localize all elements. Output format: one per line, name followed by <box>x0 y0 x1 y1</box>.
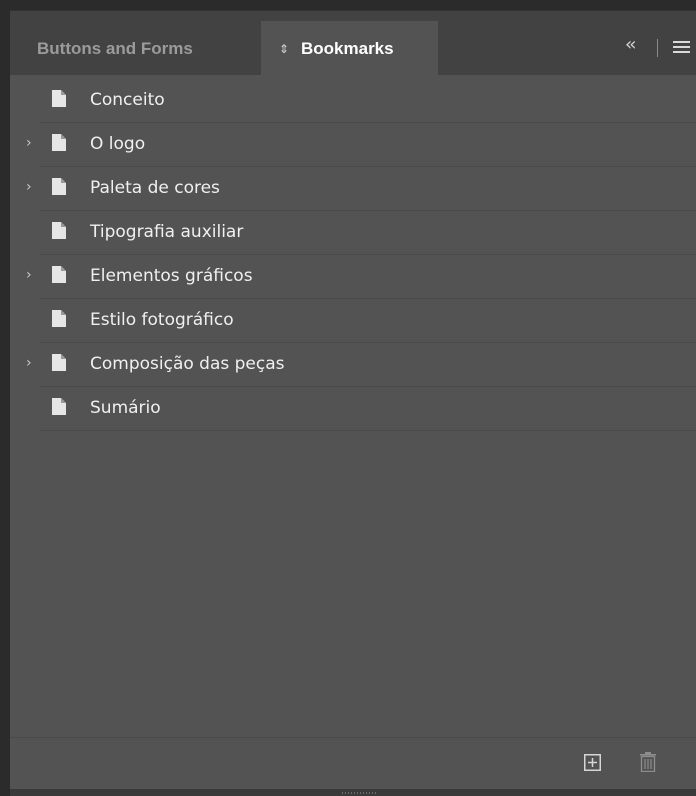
bookmarks-panel: Buttons and Forms ⇕ Bookmarks ‹‹ Conceit… <box>10 10 696 796</box>
chevron-right-icon[interactable]: › <box>26 356 34 370</box>
page-icon <box>52 222 66 239</box>
page-icon <box>52 178 66 195</box>
bookmark-label: O logo <box>90 134 146 154</box>
hamburger-menu-icon[interactable] <box>673 41 690 56</box>
chevron-right-icon[interactable]: › <box>26 180 34 194</box>
bookmark-list: Conceito › O logo › Paleta de cores Tipografi… <box>10 79 696 431</box>
tab-bookmarks[interactable]: ⇕ Bookmarks <box>261 21 438 76</box>
bookmark-item[interactable]: Sumário <box>40 387 696 431</box>
panel-resize-strip[interactable] <box>10 789 696 796</box>
chevron-right-icon[interactable]: › <box>26 136 34 150</box>
bookmark-item[interactable]: › Composição das peças <box>26 343 696 387</box>
bookmark-item[interactable]: Estilo fotográfico <box>40 299 696 343</box>
double-chevron-left-icon[interactable]: ‹‹ <box>625 36 637 54</box>
sort-arrows-icon: ⇕ <box>279 41 290 56</box>
panel-footer <box>10 737 696 789</box>
tab-bookmarks-label: Bookmarks <box>301 38 394 58</box>
page-icon <box>52 134 66 151</box>
bookmark-item[interactable]: › Paleta de cores <box>26 167 696 211</box>
bookmark-label: Conceito <box>90 90 165 110</box>
bookmark-label: Paleta de cores <box>90 178 220 198</box>
page-icon <box>52 354 66 371</box>
bookmark-item[interactable]: › O logo <box>26 123 696 167</box>
panel-tab-bar: Buttons and Forms ⇕ Bookmarks ‹‹ <box>10 10 696 76</box>
bookmark-item[interactable]: Tipografia auxiliar <box>40 211 696 255</box>
tab-buttons-and-forms[interactable]: Buttons and Forms <box>10 21 261 76</box>
trash-icon[interactable] <box>640 752 656 772</box>
bookmark-label: Elementos gráficos <box>90 266 253 286</box>
bookmark-label: Estilo fotográfico <box>90 310 234 330</box>
bookmark-label: Composição das peças <box>90 354 285 374</box>
tab-buttons-and-forms-label: Buttons and Forms <box>37 38 193 58</box>
bookmark-label: Tipografia auxiliar <box>90 222 244 242</box>
new-bookmark-icon[interactable] <box>584 754 601 771</box>
tab-bar-divider <box>657 39 658 57</box>
page-icon <box>52 90 66 107</box>
resize-grip-icon[interactable] <box>342 792 378 794</box>
page-icon <box>52 266 66 283</box>
bookmark-label: Sumário <box>90 398 161 418</box>
bookmark-item[interactable]: Conceito <box>40 79 696 123</box>
page-icon <box>52 310 66 327</box>
chevron-right-icon[interactable]: › <box>26 268 34 282</box>
bookmark-item[interactable]: › Elementos gráficos <box>26 255 696 299</box>
page-icon <box>52 398 66 415</box>
